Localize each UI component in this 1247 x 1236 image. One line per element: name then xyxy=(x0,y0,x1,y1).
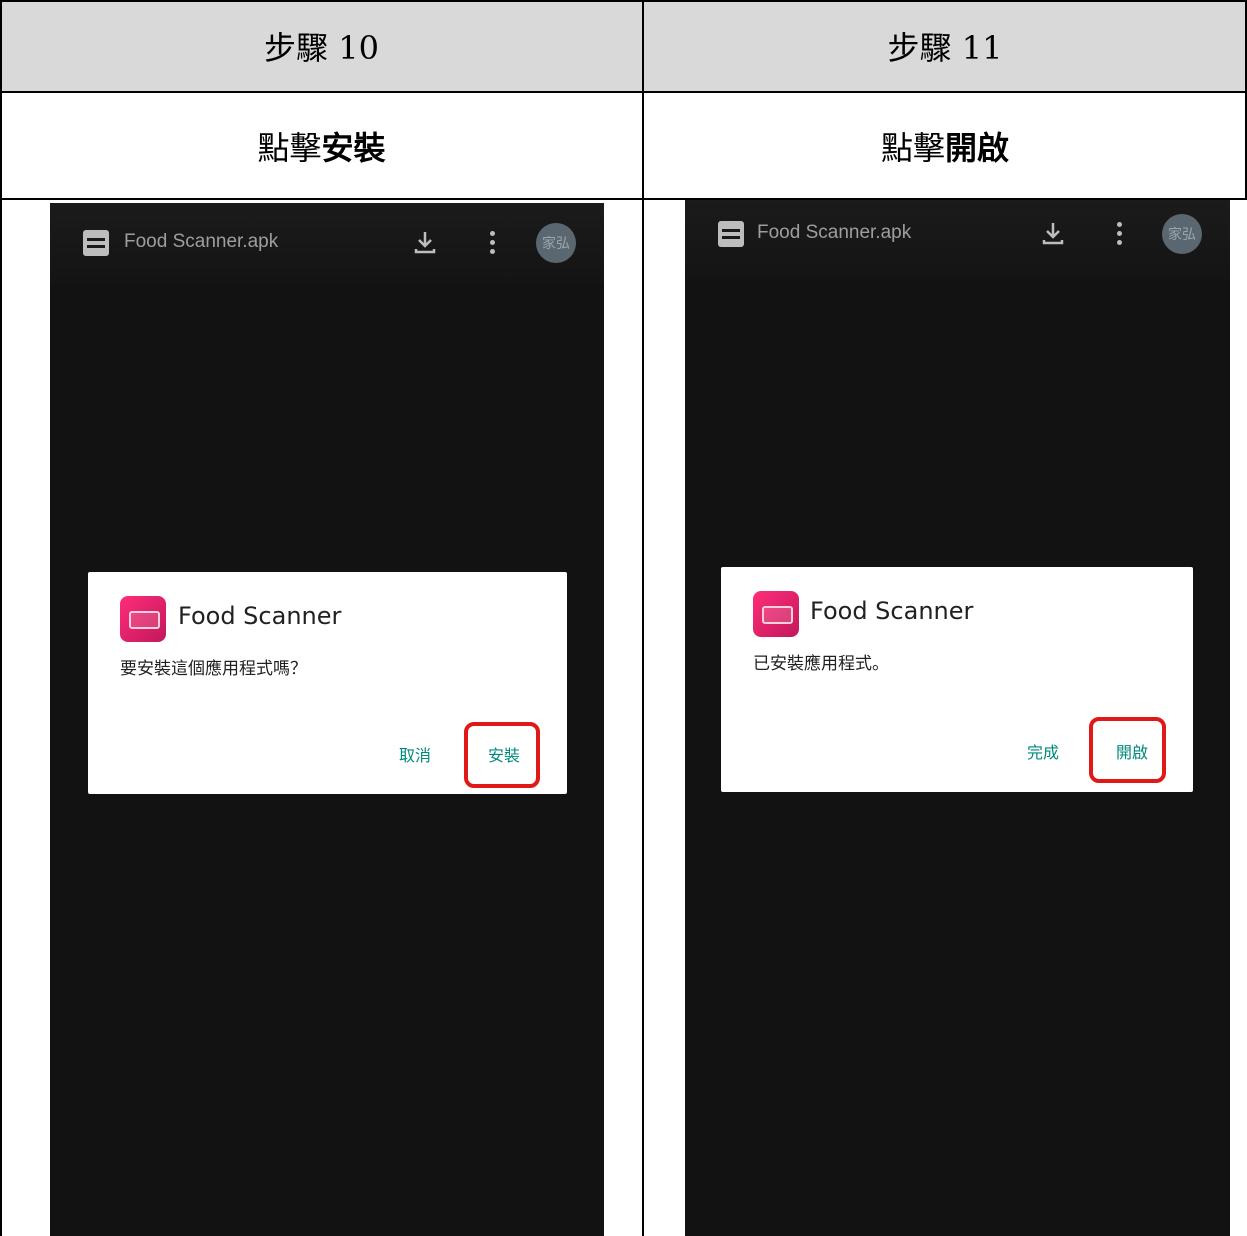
instruction-prefix: 點擊 xyxy=(257,128,322,167)
viewer-toolbar: Food Scanner.apk 家弘 xyxy=(50,203,604,283)
file-list-icon xyxy=(83,230,109,256)
done-button[interactable]: 完成 xyxy=(1027,739,1059,763)
dialog-message: 要安裝這個應用程式嗎？ xyxy=(120,659,307,679)
avatar[interactable]: 家弘 xyxy=(1162,214,1202,254)
table-border xyxy=(0,198,1247,200)
app-name: Food Scanner xyxy=(178,602,342,630)
download-icon[interactable] xyxy=(412,229,438,255)
table-border xyxy=(0,91,1247,93)
cancel-button[interactable]: 取消 xyxy=(399,742,431,766)
instruction-action: 安裝 xyxy=(321,128,386,167)
more-vert-icon[interactable] xyxy=(1115,222,1123,248)
download-icon[interactable] xyxy=(1040,220,1066,246)
step-10-instruction: 點擊 安裝 xyxy=(0,92,643,199)
instruction-table: 步驟 10 步驟 11 點擊 安裝 點擊 開啟 Food Scanner.apk 家… xyxy=(0,0,1247,1236)
file-name: Food Scanner.apk xyxy=(124,231,279,252)
viewer-toolbar: Food Scanner.apk 家弘 xyxy=(685,199,1230,279)
dialog-message: 已安裝應用程式。 xyxy=(753,654,889,674)
app-name: Food Scanner xyxy=(810,597,974,625)
step-11-screenshot: Food Scanner.apk 家弘 Food Scanner 已安裝應用程式… xyxy=(685,199,1230,1236)
app-icon xyxy=(120,596,166,642)
file-name: Food Scanner.apk xyxy=(757,222,912,243)
step-10-header: 步驟 10 xyxy=(0,0,643,92)
highlight-box xyxy=(1089,717,1166,783)
highlight-box xyxy=(464,722,540,788)
table-border xyxy=(642,0,644,1236)
table-border xyxy=(0,0,2,1236)
more-vert-icon[interactable] xyxy=(488,231,496,257)
instruction-action: 開啟 xyxy=(945,128,1010,167)
app-icon xyxy=(753,591,799,637)
file-list-icon xyxy=(718,221,744,247)
avatar[interactable]: 家弘 xyxy=(536,223,576,263)
step-11-header: 步驟 11 xyxy=(643,0,1247,92)
instruction-prefix: 點擊 xyxy=(880,128,945,167)
table-border xyxy=(0,0,1247,2)
step-11-instruction: 點擊 開啟 xyxy=(643,92,1247,199)
step-10-screenshot: Food Scanner.apk 家弘 Food Scanner 要安裝這個應用… xyxy=(50,203,604,1236)
